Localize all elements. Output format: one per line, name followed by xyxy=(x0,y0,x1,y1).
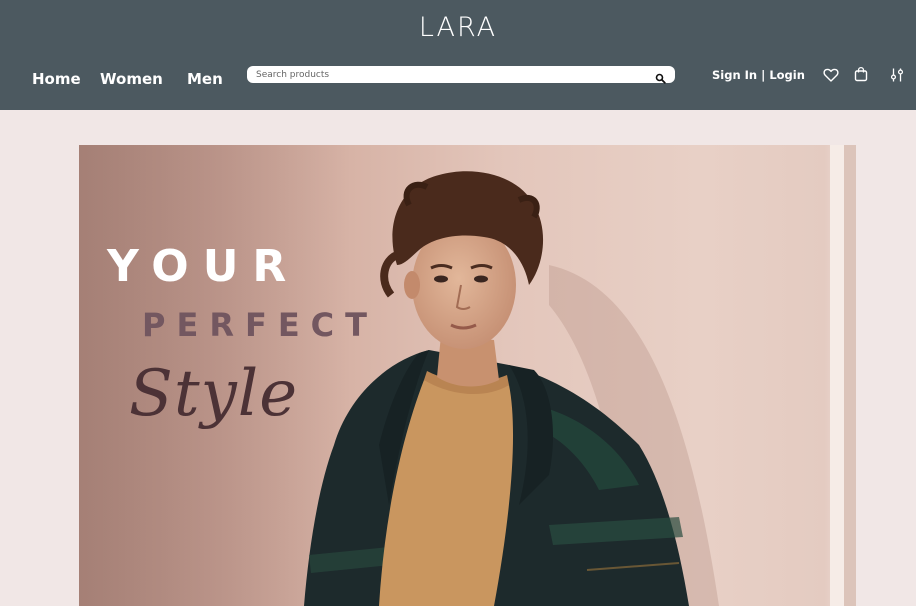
hero-headline-style: Style xyxy=(129,357,299,431)
hero-banner[interactable]: YOUR PERFECT Style xyxy=(79,145,856,606)
search-bar xyxy=(247,66,675,84)
nav-home[interactable]: Home xyxy=(32,70,81,88)
heart-icon[interactable] xyxy=(823,67,839,83)
search-icon[interactable] xyxy=(655,69,666,84)
nav-women[interactable]: Women xyxy=(100,70,163,88)
sign-in-login-link[interactable]: Sign In | Login xyxy=(712,68,805,82)
brand-logo[interactable]: LARA xyxy=(0,12,916,43)
nav-men[interactable]: Men xyxy=(187,70,223,88)
site-header: LARA Home Women Men Sign In | Login xyxy=(0,0,916,110)
filter-sliders-icon[interactable] xyxy=(889,67,905,83)
hero-headline-perfect: PERFECT xyxy=(142,306,378,344)
shopping-bag-icon[interactable] xyxy=(853,66,869,82)
search-input[interactable] xyxy=(256,66,636,83)
hero-headline-your: YOUR xyxy=(107,241,301,292)
